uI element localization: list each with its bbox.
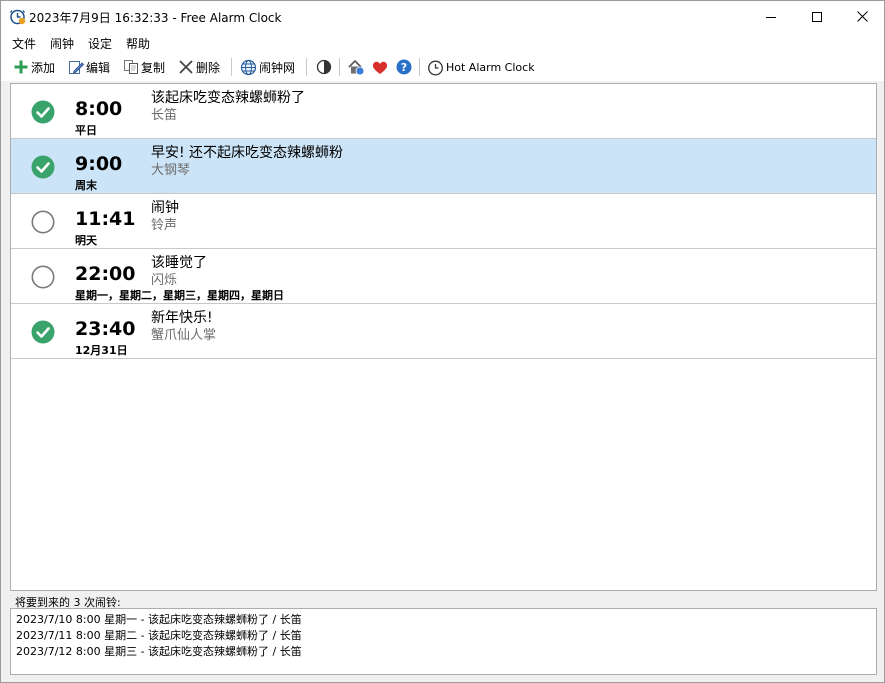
upcoming-line: 2023/7/11 8:00 星期二 - 该起床吃变态辣螺蛳粉了 / 长笛 — [16, 629, 302, 642]
help-icon: ? — [396, 59, 412, 75]
delete-icon — [179, 60, 193, 74]
alarm-days: 明天 — [75, 234, 97, 247]
web-label: 闹钟网 — [259, 60, 296, 75]
maximize-button[interactable] — [794, 1, 840, 32]
app-window: 2023年7月9日 16:32:33 - Free Alarm Clock 文件… — [0, 0, 885, 683]
alarm-days: 平日 — [75, 124, 97, 137]
alarm-sound: 大钢琴 — [151, 163, 191, 178]
alarm-sound: 闪烁 — [151, 273, 178, 288]
hot-alarm-clock-label: Hot Alarm Clock — [446, 60, 535, 74]
globe-icon — [240, 59, 257, 75]
toolbar-separator — [231, 58, 232, 76]
alarm-time: 9:00 — [75, 153, 123, 175]
alarm-sound: 蟹爪仙人掌 — [151, 328, 217, 343]
alarm-days: 星期一，星期二，星期三，星期四，星期日 — [75, 289, 284, 302]
close-button[interactable] — [839, 1, 885, 32]
minimize-icon — [766, 16, 776, 18]
alarm-list[interactable]: 8:00 平日 该起床吃变态辣螺蛳粉了 长笛 9:00 周末 早安! 还不起床吃变态辣螺蛳粉… — [10, 83, 877, 591]
toolbar-separator — [419, 58, 420, 76]
home-icon — [348, 59, 365, 76]
contrast-icon — [316, 59, 332, 75]
alarm-enabled-check-icon[interactable] — [31, 155, 55, 179]
menu-file[interactable]: 文件 — [12, 35, 36, 52]
alarm-disabled-circle-icon[interactable] — [31, 210, 55, 234]
copy-button[interactable]: 复制 — [123, 56, 165, 78]
alarm-disabled-circle-icon[interactable] — [31, 265, 55, 289]
alarm-enabled-check-icon[interactable] — [31, 100, 55, 124]
web-button[interactable]: 闹钟网 — [240, 56, 295, 78]
upcoming-line: 2023/7/12 8:00 星期三 - 该起床吃变态辣螺蛳粉了 / 长笛 — [16, 645, 302, 658]
menu-alarm[interactable]: 闹钟 — [50, 35, 74, 52]
hot-alarm-clock-button[interactable]: Hot Alarm Clock — [427, 56, 535, 78]
add-button[interactable]: 添加 — [13, 56, 55, 78]
alarm-time: 8:00 — [75, 98, 123, 120]
heart-icon — [372, 61, 388, 74]
alarm-sound: 铃声 — [151, 218, 178, 233]
menu-bar: 文件 闹钟 设定 帮助 — [1, 32, 884, 53]
upcoming-line: 2023/7/10 8:00 星期一 - 该起床吃变态辣螺蛳粉了 / 长笛 — [16, 613, 302, 626]
delete-label: 删除 — [196, 60, 221, 75]
alarm-time: 23:40 — [75, 318, 136, 340]
contrast-button[interactable] — [314, 57, 334, 77]
toolbar-separator — [306, 58, 307, 76]
title-bar[interactable]: 2023年7月9日 16:32:33 - Free Alarm Clock — [1, 1, 884, 32]
plus-icon — [14, 60, 28, 74]
edit-label: 编辑 — [86, 60, 111, 75]
copy-label: 复制 — [141, 60, 166, 75]
menu-settings[interactable]: 设定 — [88, 35, 112, 52]
delete-button[interactable]: 删除 — [178, 56, 220, 78]
toolbar-separator — [339, 58, 340, 76]
close-icon — [856, 11, 868, 22]
home-button[interactable] — [346, 57, 366, 77]
add-label: 添加 — [31, 60, 56, 75]
copy-icon — [124, 60, 138, 74]
alarm-row[interactable]: 23:40 12月31日 新年快乐! 蟹爪仙人掌 — [11, 304, 876, 359]
alarm-time: 22:00 — [75, 263, 136, 285]
alarm-days: 12月31日 — [75, 344, 128, 357]
alarm-row[interactable]: 9:00 周末 早安! 还不起床吃变态辣螺蛳粉 大钢琴 — [11, 139, 876, 194]
minimize-button[interactable] — [748, 1, 794, 32]
alarm-days: 周末 — [75, 179, 97, 192]
alarm-row[interactable]: 22:00 星期一，星期二，星期三，星期四，星期日 该睡觉了 闪烁 — [11, 249, 876, 304]
help-button[interactable]: ? — [394, 57, 414, 77]
clock-icon — [428, 60, 443, 75]
alarm-enabled-check-icon[interactable] — [31, 320, 55, 344]
alarm-time: 11:41 — [75, 208, 136, 230]
donate-button[interactable] — [370, 57, 390, 77]
upcoming-alarms-box[interactable]: 2023/7/10 8:00 星期一 - 该起床吃变态辣螺蛳粉了 / 长笛 20… — [10, 608, 877, 675]
maximize-icon — [812, 11, 822, 22]
edit-button[interactable]: 编辑 — [68, 56, 110, 78]
menu-help[interactable]: 帮助 — [126, 35, 150, 52]
svg-text:?: ? — [401, 61, 407, 74]
alarm-sound: 长笛 — [151, 108, 178, 123]
alarm-row[interactable]: 11:41 明天 闹钟 铃声 — [11, 194, 876, 249]
toolbar: 添加 编辑 复制 删除 闹钟网 ? Hot Alarm Clock — [1, 53, 884, 81]
edit-icon — [69, 61, 84, 74]
alarm-clock-icon — [9, 9, 26, 25]
alarm-row[interactable]: 8:00 平日 该起床吃变态辣螺蛳粉了 长笛 — [11, 84, 876, 139]
window-title: 2023年7月9日 16:32:33 - Free Alarm Clock — [29, 11, 282, 25]
